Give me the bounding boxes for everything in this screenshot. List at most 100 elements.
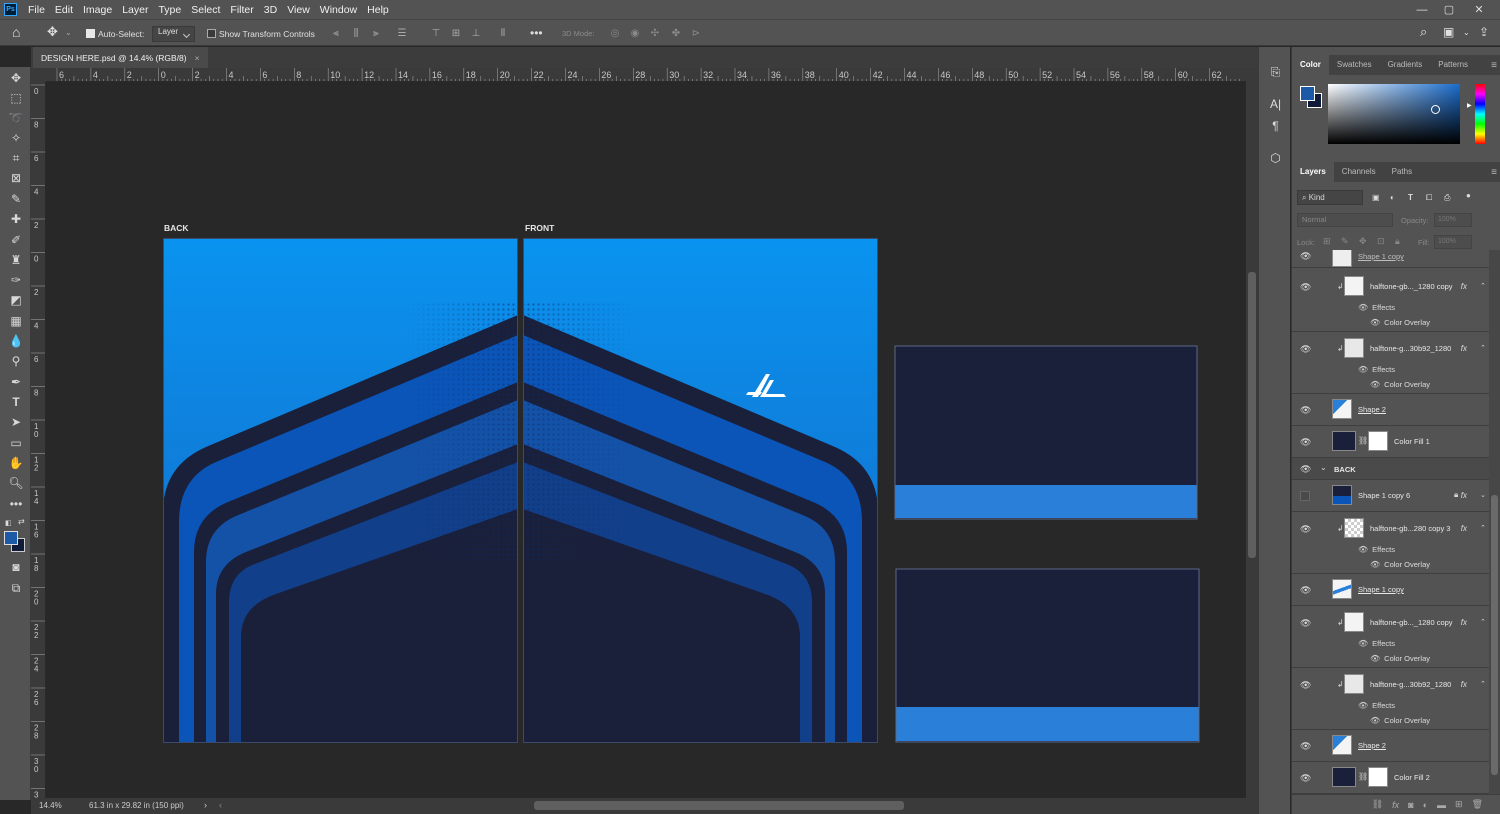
tab-layers[interactable]: Layers — [1292, 162, 1334, 182]
visibility-eye-icon[interactable]: 👁︎ — [1370, 716, 1380, 725]
visibility-eye-icon[interactable]: 👁︎ — [1370, 318, 1380, 327]
more-options-icon[interactable]: ••• — [530, 27, 543, 39]
character-panel-icon[interactable]: A| — [1267, 96, 1284, 112]
scroll-left-icon[interactable]: ‹ — [219, 800, 222, 810]
group-expand-chevron-icon[interactable]: ⌄ — [1320, 463, 1327, 472]
eyedropper-tool-icon[interactable]: ✎ — [6, 190, 26, 208]
close-tab-icon[interactable]: × — [195, 53, 200, 63]
align-middle-icon[interactable]: ⊞ — [450, 28, 462, 39]
menu-help[interactable]: Help — [362, 4, 394, 16]
collapse-effects-chevron-icon[interactable]: ⌃ — [1480, 618, 1486, 626]
document-canvas[interactable]: BACK FRONT — [46, 82, 1246, 798]
visibility-eye-icon[interactable]: 👁︎ — [1300, 680, 1312, 690]
collapse-effects-chevron-icon[interactable]: ⌃ — [1480, 680, 1486, 688]
tab-color[interactable]: Color — [1292, 55, 1329, 75]
menu-filter[interactable]: Filter — [225, 4, 258, 16]
menu-3d[interactable]: 3D — [259, 4, 282, 16]
move-tool-icon[interactable]: ✥ — [6, 69, 26, 87]
marquee-tool-icon[interactable]: ⬚ — [6, 89, 26, 107]
document-info[interactable]: 61.3 in x 29.82 in (150 ppi) — [89, 801, 184, 810]
effects-fx-icon[interactable]: fx — [1461, 282, 1467, 291]
lasso-tool-icon[interactable]: ➰ — [6, 109, 26, 127]
close-window-button[interactable]: ✕ — [1466, 0, 1492, 19]
new-adjustment-icon[interactable]: ◐ — [1423, 800, 1428, 810]
rectangle-tool-icon[interactable]: ▭ — [6, 434, 26, 452]
visibility-eye-icon[interactable]: 👁︎ — [1300, 741, 1312, 751]
3d-pan-icon[interactable]: ✣ — [649, 28, 661, 39]
lock-artboard-icon[interactable]: ⊡ — [1377, 236, 1385, 247]
path-selection-tool-icon[interactable]: ➤ — [6, 413, 26, 431]
document-tab[interactable]: DESIGN HERE.psd @ 14.4% (RGB/8) × — [33, 47, 208, 68]
layer-row[interactable]: 👁︎ ↲ halftone-gb..._1280 copy fx ⌃ 👁︎ Eff… — [1292, 606, 1489, 668]
opacity-input[interactable]: 100% — [1434, 213, 1472, 227]
workspace-icon[interactable]: ▣ — [1443, 24, 1454, 39]
3d-roll-icon[interactable]: ◉ — [629, 28, 641, 39]
tab-paths[interactable]: Paths — [1384, 162, 1420, 182]
align-top-icon[interactable]: ⊤ — [430, 28, 442, 39]
layer-row[interactable]: Shape 1 copy 6 🔒︎ fx ⌄ — [1292, 480, 1489, 512]
tab-patterns[interactable]: Patterns — [1430, 55, 1476, 75]
color-overlay-effect[interactable]: 👁︎ Color Overlay — [1370, 654, 1430, 663]
filter-adjustment-icon[interactable]: ◐ — [1390, 193, 1395, 202]
link-icon[interactable]: ⛓ — [1358, 772, 1368, 781]
visibility-eye-icon[interactable]: 👁︎ — [1300, 585, 1312, 595]
history-panel-icon[interactable]: ⎘ — [1267, 64, 1284, 80]
foreground-color-swatch[interactable] — [4, 531, 18, 545]
layer-row[interactable]: 👁︎ Shape 1 copy — [1292, 574, 1489, 606]
visibility-eye-icon[interactable]: 👁︎ — [1300, 773, 1312, 783]
paragraph-panel-icon[interactable]: ¶ — [1267, 118, 1284, 134]
fill-input[interactable]: 100% — [1434, 235, 1472, 249]
align-center-icon[interactable]: ⫼ — [350, 28, 362, 39]
menu-layer[interactable]: Layer — [117, 4, 153, 16]
default-colors-icon[interactable]: ◧ — [5, 519, 13, 527]
layer-row[interactable]: 👁︎ ⛓ Color Fill 1 — [1292, 426, 1489, 458]
back-artboard[interactable] — [163, 238, 518, 743]
color-overlay-effect[interactable]: 👁︎ Color Overlay — [1370, 716, 1430, 725]
visibility-eye-icon[interactable]: 👁︎ — [1300, 344, 1312, 354]
blur-tool-icon[interactable]: 💧 — [6, 332, 26, 350]
menu-file[interactable]: File — [23, 4, 50, 16]
clone-stamp-tool-icon[interactable]: ♜ — [6, 251, 26, 269]
layer-row[interactable]: 👁︎ ↲ halftone-gb..._1280 copy fx ⌃ 👁︎ Eff… — [1292, 270, 1489, 332]
visibility-eye-icon[interactable]: 👁︎ — [1300, 618, 1312, 628]
sleeve-panel-1[interactable] — [894, 345, 1198, 520]
align-right-icon[interactable]: ⫸ — [370, 28, 382, 39]
visibility-eye-icon[interactable]: 👁︎ — [1358, 365, 1368, 374]
status-expand-icon[interactable]: › — [204, 800, 207, 810]
sleeve-panel-2[interactable] — [895, 568, 1200, 743]
visibility-eye-icon[interactable]: 👁︎ — [1358, 701, 1368, 710]
lock-all-icon[interactable]: 🔒︎ — [1395, 236, 1400, 247]
visibility-eye-icon[interactable]: 👁︎ — [1300, 251, 1312, 261]
3d-scale-icon[interactable]: ⊳ — [690, 28, 702, 39]
distribute-vertical-icon[interactable]: ⫴ — [497, 28, 509, 39]
visibility-eye-icon[interactable]: 👁︎ — [1300, 437, 1312, 447]
effects-fx-icon[interactable]: fx — [1461, 491, 1467, 500]
auto-select-checkbox[interactable]: Auto-Select: — [86, 26, 144, 41]
menu-window[interactable]: Window — [315, 4, 362, 16]
zoom-tool-icon[interactable]: 🔍︎ — [6, 474, 26, 492]
visibility-eye-icon[interactable]: 👁︎ — [1358, 639, 1368, 648]
color-overlay-effect[interactable]: 👁︎ Color Overlay — [1370, 318, 1430, 327]
layer-row[interactable]: 👁︎ ↲ halftone-g...30b92_1280 fx ⌃ 👁︎ Effe… — [1292, 668, 1489, 730]
filter-toggle-icon[interactable]: ● — [1466, 191, 1471, 200]
filter-smart-object-icon[interactable]: ⎙ — [1444, 193, 1450, 203]
pen-tool-icon[interactable]: ✒ — [6, 373, 26, 391]
move-tool-icon[interactable]: ✥ — [47, 24, 58, 39]
3d-orbit-icon[interactable]: ◎ — [609, 28, 621, 39]
layers-scroll-thumb[interactable] — [1491, 495, 1498, 775]
canvas-vertical-scrollbar[interactable] — [1246, 68, 1258, 798]
filter-shape-icon[interactable]: ⧠ — [1426, 193, 1432, 203]
layer-row[interactable]: 👁︎ ⛓ Color Fill 2 — [1292, 762, 1489, 794]
healing-brush-tool-icon[interactable]: ✚ — [6, 210, 26, 228]
filter-pixel-icon[interactable]: ▣ — [1372, 193, 1380, 202]
effects-fx-icon[interactable]: fx — [1461, 618, 1467, 627]
tab-gradients[interactable]: Gradients — [1380, 55, 1431, 75]
collapse-effects-chevron-icon[interactable]: ⌃ — [1480, 524, 1486, 532]
workspace-chevron-icon[interactable]: ⌄ — [1463, 25, 1470, 40]
menu-type[interactable]: Type — [153, 4, 186, 16]
color-picker-cursor[interactable] — [1431, 105, 1440, 114]
horizontal-ruler[interactable]: 6 4 2 0 2 4 6 8 10 12 14 16 18 20 22 24 26 28 30 32 34 36 38 40… — [46, 68, 1246, 82]
panel-foreground-swatch[interactable] — [1300, 86, 1315, 101]
layer-row[interactable]: 👁︎ Shape 2 — [1292, 730, 1489, 762]
tab-swatches[interactable]: Swatches — [1329, 55, 1380, 75]
